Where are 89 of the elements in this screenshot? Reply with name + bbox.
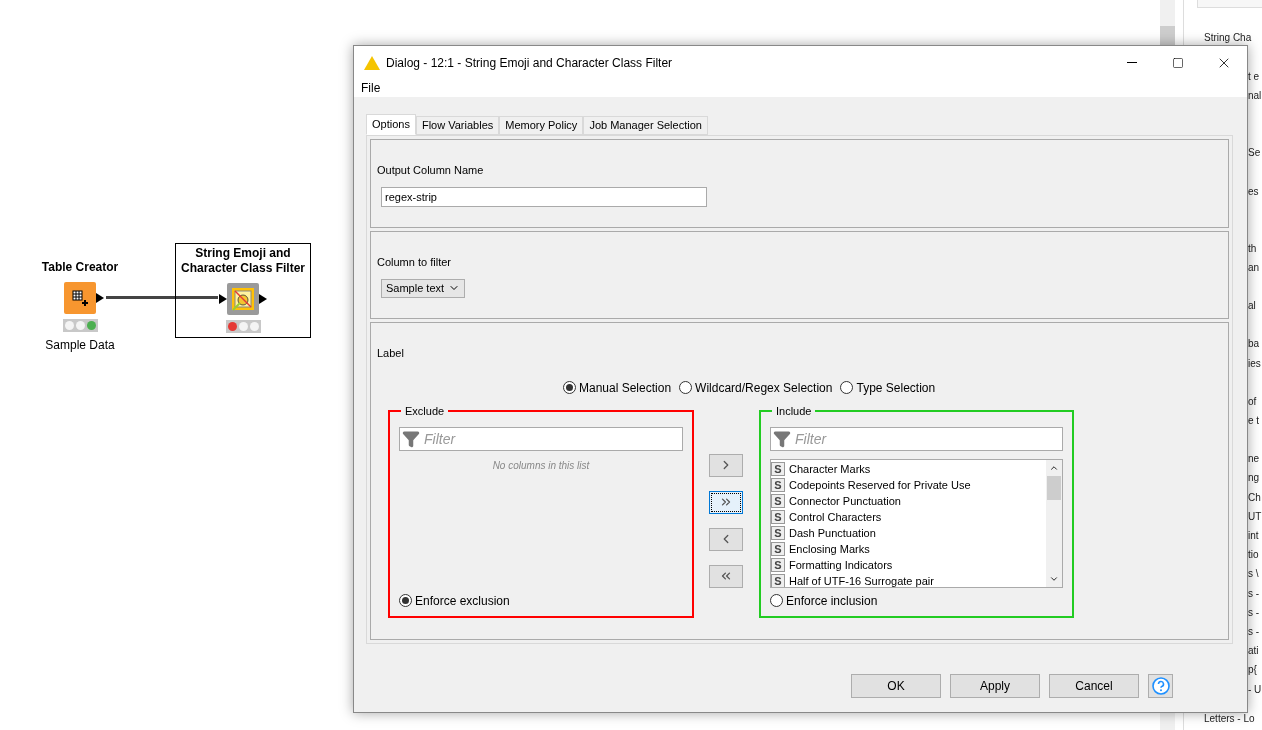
description-text: ies (1247, 356, 1262, 371)
menu-item[interactable]: File (361, 79, 381, 97)
tab[interactable]: Memory Policy (499, 116, 584, 135)
radio-button[interactable]: Manual Selection (563, 378, 672, 397)
radio-button[interactable]: Enforce inclusion (770, 591, 1063, 610)
description-text: s \ (1247, 567, 1260, 582)
description-text: es (1247, 184, 1260, 199)
filter-icon (773, 430, 791, 448)
radio-button[interactable]: Enforce exclusion (399, 591, 683, 610)
type-badge: S (771, 574, 785, 587)
dialog-button[interactable]: Apply (950, 674, 1040, 698)
column-dropdown[interactable]: Sample text (381, 278, 466, 298)
description-text: ng (1247, 471, 1261, 486)
filter-field[interactable]: Filter (770, 427, 1063, 451)
panel-title: Exclude (404, 403, 446, 419)
output-column-field[interactable]: regex-strip (381, 186, 707, 207)
type-badge: S (771, 542, 785, 556)
type-badge: S (771, 526, 785, 540)
list-item[interactable]: S Connector Punctuation (771, 493, 1046, 509)
help-icon (1151, 677, 1170, 695)
tab[interactable]: Job Manager Selection (583, 116, 708, 135)
field-label: Output Column Name (377, 163, 485, 178)
description-text: - U (1247, 682, 1262, 697)
window-title: Dialog - 12:1 - String Emoji and Character Class Filter (386, 54, 673, 72)
description-text: p{ (1247, 663, 1258, 678)
filter-node-icon[interactable] (227, 283, 259, 315)
table-node-icon[interactable] (64, 282, 96, 314)
description-text: String Cha (1203, 32, 1253, 44)
list-item[interactable]: S Enclosing Marks (771, 541, 1046, 557)
description-text: int (1247, 529, 1260, 544)
list-scrollbar[interactable] (1046, 460, 1062, 587)
description-text: Letters - Lo (1203, 711, 1256, 726)
description-text: tio (1247, 548, 1260, 563)
node-title: Table Creator (41, 259, 119, 276)
type-badge: S (771, 510, 785, 524)
list-item[interactable]: S Codepoints Reserved for Private Use (771, 477, 1046, 493)
move-all-left-button[interactable] (709, 564, 743, 588)
warning-icon (364, 55, 380, 70)
section-label: Label (377, 346, 405, 361)
description-text: al (1247, 299, 1257, 314)
dialog-button[interactable]: OK (851, 674, 941, 698)
filter-icon (402, 430, 420, 448)
filter-field[interactable]: Filter (399, 427, 683, 451)
radio-button[interactable]: Type Selection (840, 378, 936, 397)
node-caption: Sample Data (45, 337, 115, 354)
list-item[interactable]: S Character Marks (771, 461, 1046, 477)
move-all-right-button[interactable] (709, 490, 743, 514)
radio-button[interactable]: Wildcard/Regex Selection (679, 378, 833, 397)
description-text: ne (1247, 452, 1261, 467)
node-frame[interactable]: Table Creator Sample Data (30, 258, 130, 354)
minimize-icon (1127, 62, 1137, 63)
empty-list-message: No columns in this list (491, 459, 591, 473)
description-text: ba (1247, 337, 1261, 352)
tab[interactable]: Options (366, 114, 416, 135)
description-text: UT (1247, 509, 1262, 524)
description-text: s - (1247, 625, 1261, 640)
description-text: nal (1247, 89, 1262, 104)
field-label: Column to filter (377, 255, 452, 270)
scroll-up-icon (1049, 463, 1059, 473)
description-text: an (1247, 261, 1261, 275)
maximize-icon (1172, 56, 1184, 69)
list-item[interactable]: S Dash Punctuation (771, 525, 1046, 541)
list-item[interactable]: S Formatting Indicators (771, 557, 1046, 573)
type-badge: S (771, 462, 785, 476)
scroll-thumb[interactable] (1047, 476, 1061, 500)
dialog-button[interactable]: Cancel (1049, 674, 1139, 698)
description-text: ati (1247, 644, 1260, 659)
help-button[interactable] (1148, 674, 1173, 698)
panel-title: Include (775, 403, 813, 419)
node-frame[interactable]: String Emoji and Character Class Filter (175, 243, 311, 338)
tab[interactable]: Flow Variables (415, 116, 500, 135)
description-text: s - (1247, 605, 1261, 620)
description-text: Se (1247, 146, 1262, 161)
description-text: e t (1247, 414, 1261, 429)
type-badge: S (771, 478, 785, 492)
move-right-button[interactable] (709, 453, 743, 477)
move-left-button[interactable] (709, 527, 743, 551)
description-text: th (1247, 241, 1258, 256)
description-text: Ch (1247, 490, 1262, 505)
list-item[interactable]: S Control Characters (771, 509, 1046, 525)
type-badge: S (771, 494, 785, 508)
description-text: t e (1247, 70, 1261, 84)
node-title: String Emoji and Character Class Filter (179, 246, 307, 276)
description-text: s - (1247, 586, 1261, 601)
double-chevron-left-icon (719, 569, 733, 583)
list-item[interactable]: S Half of UTF-16 Surrogate pair (771, 573, 1046, 587)
double-chevron-right-icon (719, 495, 733, 509)
type-badge: S (771, 558, 785, 572)
description-text: of (1247, 394, 1258, 409)
